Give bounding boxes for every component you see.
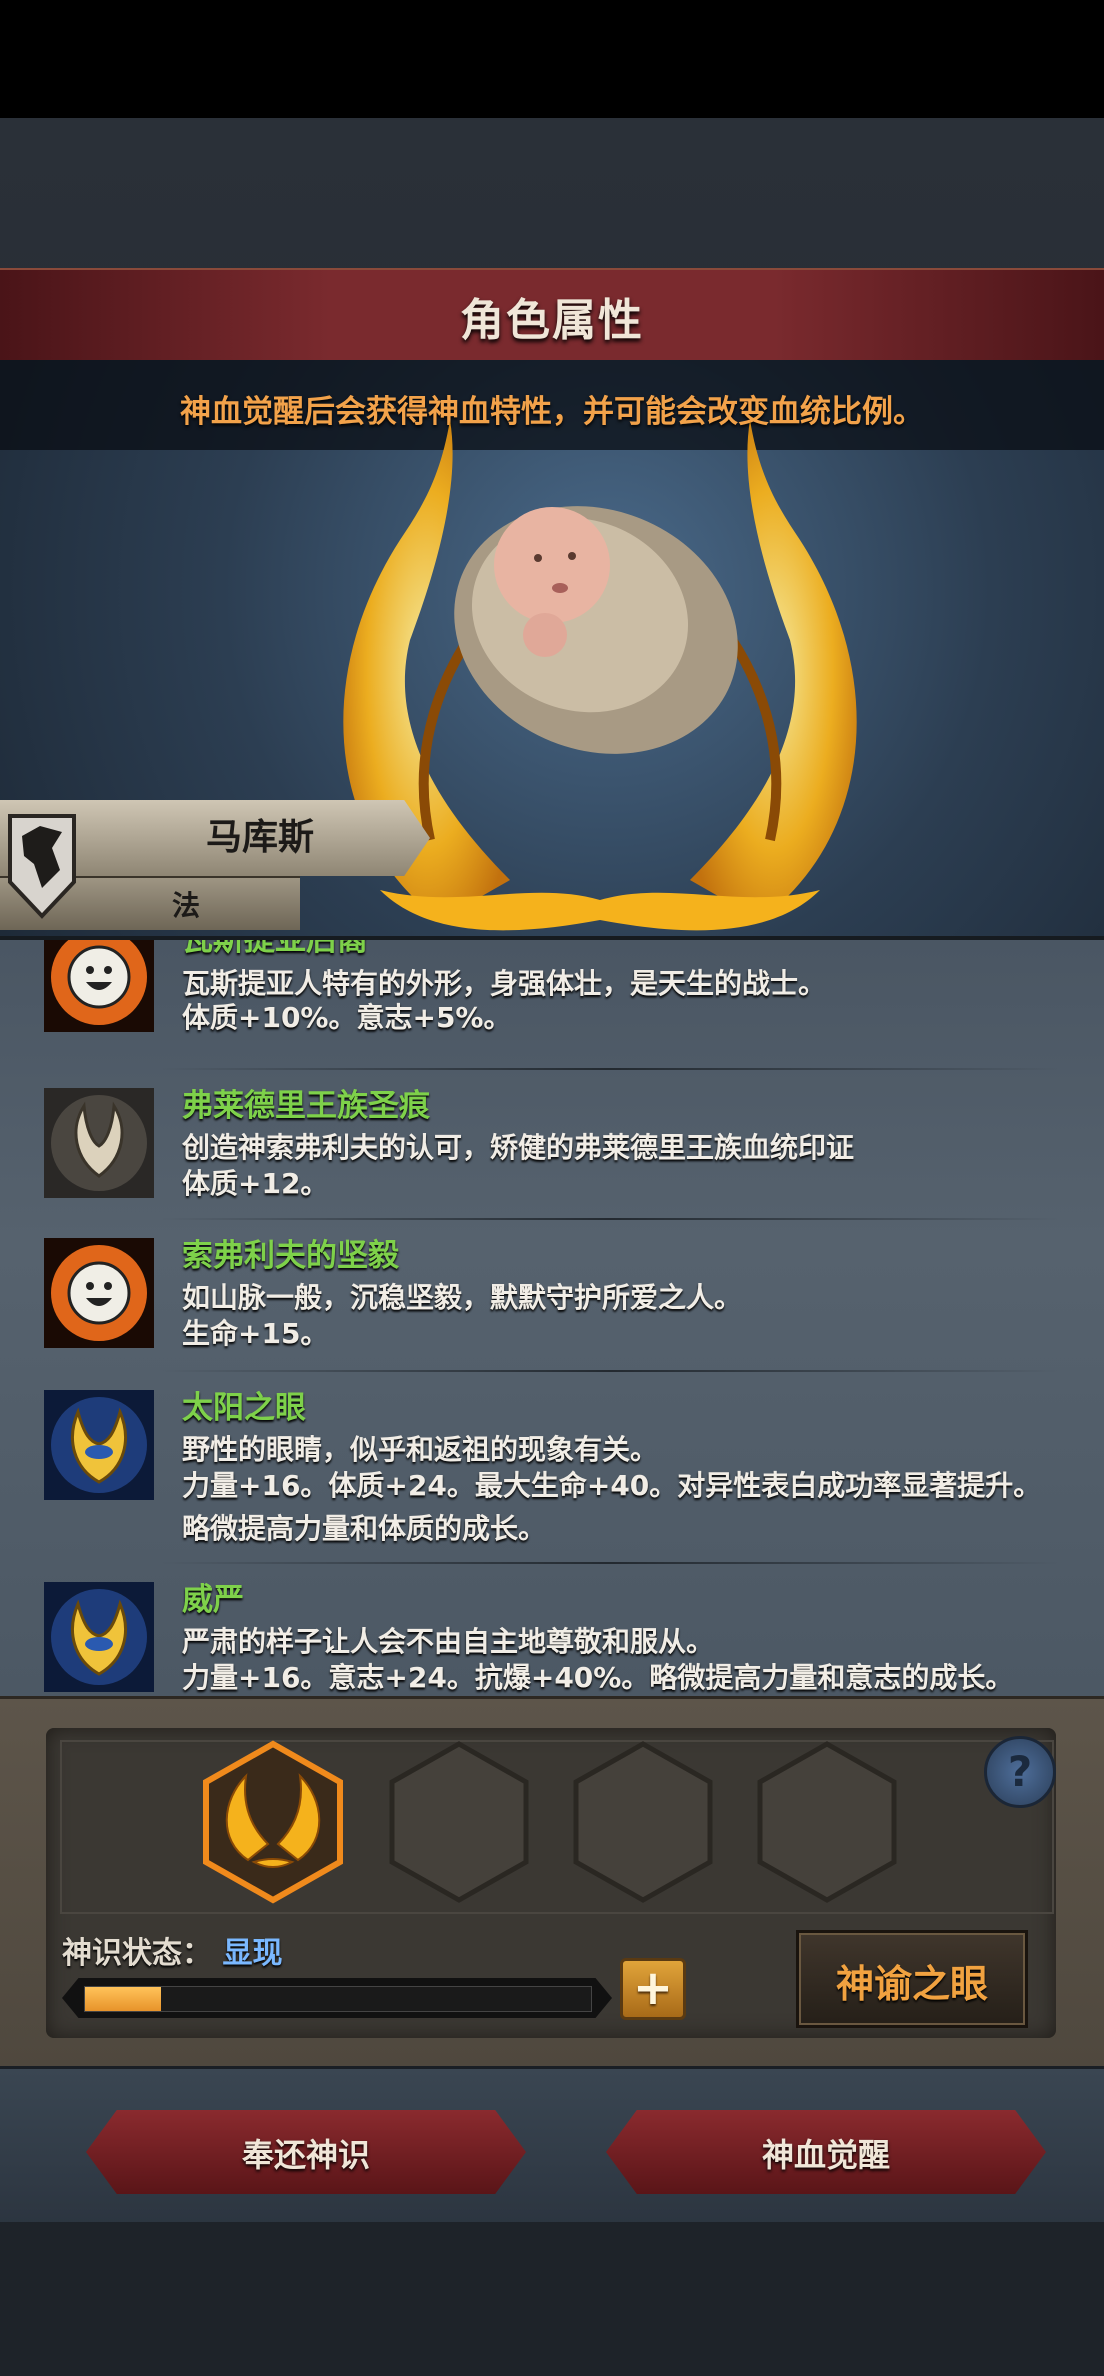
divider: [160, 1370, 1060, 1372]
trait-name: 太阳之眼: [182, 1390, 306, 1426]
divine-status-value: 显现: [222, 1936, 283, 1971]
smiley-face-icon: [44, 940, 154, 1032]
golden-eye-crest-icon: [44, 1582, 154, 1692]
divine-slot-empty[interactable]: [752, 1740, 902, 1904]
return-divine-label: 奉还神识: [241, 2136, 370, 2174]
awaken-bloodline-label: 神血觉醒: [761, 2136, 890, 2174]
page-title: 角色属性: [460, 295, 644, 346]
trait-stats: 体质+10%。意志+5%。: [182, 1001, 512, 1034]
divine-slot-active[interactable]: [198, 1740, 348, 1904]
return-divine-button[interactable]: 奉还神识: [86, 2110, 526, 2194]
trait-stats: 生命+15。: [182, 1317, 329, 1350]
divider: [160, 1562, 1060, 1564]
divider: [160, 1068, 1060, 1070]
status-bar: [0, 0, 1104, 118]
smiley-face-icon: [44, 1238, 154, 1348]
trait-stats: 力量+16。体质+24。最大生命+40。对异性表白成功率显著提升。略微提高力量和…: [182, 1469, 1042, 1545]
wolf-crest-icon: [8, 814, 76, 919]
add-divine-button[interactable]: +: [620, 1958, 686, 2020]
trait-stats: 体质+12。: [182, 1167, 329, 1200]
golden-eye-crest-icon: [44, 1390, 154, 1500]
awaken-bloodline-button[interactable]: 神血觉醒: [606, 2110, 1046, 2194]
trait-desc: 野性的眼睛，似乎和返祖的现象有关。: [182, 1433, 659, 1466]
divine-status-label: 神识状态：: [62, 1936, 212, 1971]
trait-desc: 创造神索弗利夫的认可，矫健的弗莱德里王族血统印证: [182, 1131, 855, 1164]
title-bar: 角色属性: [0, 268, 1104, 364]
character-class: 法: [171, 889, 200, 922]
divine-progress-fill: [85, 1987, 161, 2011]
trait-name: 弗莱德里王族圣痕: [182, 1088, 430, 1124]
character-name: 马库斯: [205, 817, 314, 858]
footer-area: [0, 2222, 1104, 2376]
trait-name: 威严: [182, 1582, 244, 1618]
trait-name: 索弗利夫的坚毅: [182, 1238, 399, 1274]
divine-slot-empty[interactable]: [568, 1740, 718, 1904]
pale-horns-icon: [44, 1088, 154, 1198]
help-icon[interactable]: ?: [984, 1736, 1056, 1808]
divine-progress-bar: [84, 1986, 592, 2012]
divider: [160, 1218, 1060, 1220]
oracle-eye-button[interactable]: 神谕之眼: [796, 1930, 1028, 2028]
trait-desc: 如山脉一般，沉稳坚毅，默默守护所爱之人。: [182, 1281, 743, 1314]
divine-status: 神识状态： 显现: [62, 1928, 282, 1972]
divine-slot-empty[interactable]: [384, 1740, 534, 1904]
trait-list[interactable]: 瓦斯提亚后裔 瓦斯提亚人特有的外形，身强体壮，是天生的战士。 体质+10%。意志…: [0, 936, 1104, 1700]
trait-desc: 严肃的样子让人会不由自主地尊敬和服从。: [182, 1625, 715, 1658]
trait-stats: 力量+16。意志+24。抗爆+40%。略微提高力量和意志的成长。: [182, 1661, 1014, 1694]
oracle-eye-label: 神谕之眼: [835, 1962, 988, 2006]
trait-name: 瓦斯提亚后裔: [182, 936, 368, 958]
